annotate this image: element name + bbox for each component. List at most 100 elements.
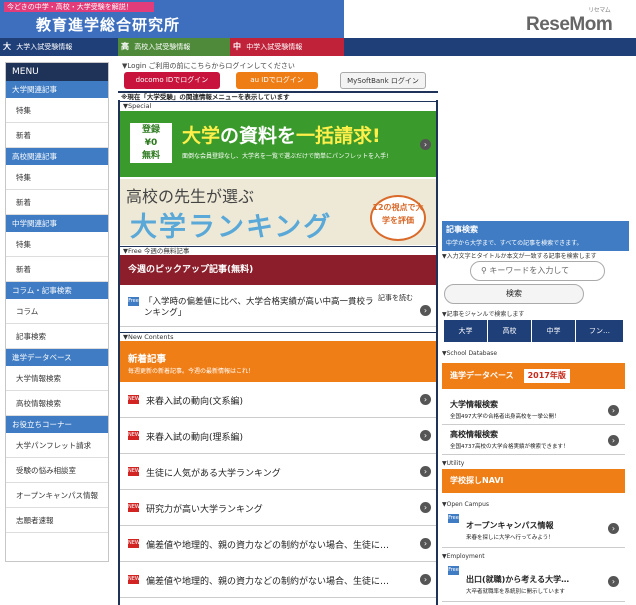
menu-item[interactable]: 大学情報検索 [6,366,108,391]
login-text: ▼Login ご利用の前にこちらからログインしてください [122,62,295,70]
free-line: 無料 [141,151,160,161]
menu-item[interactable]: 新着 [6,123,108,148]
site-title[interactable]: 教育進学総合研究所 [36,14,180,35]
ranking-line1: 高校の先生が選ぶ [126,187,255,206]
employment-label: ▼Employment [442,553,485,560]
header-tagline: 今どきの中学・高校・大学受験を解説！ [4,2,154,12]
gnav-label: 大学入試受験情報 [16,43,73,51]
genre-tab-more[interactable]: フン… [576,320,623,342]
chevron-right-icon: › [420,574,431,585]
new-badge: NEW [128,467,140,476]
docomo-login-button[interactable]: docomo IDでログイン [124,72,220,89]
menu-item[interactable]: 志願者速報 [6,508,108,533]
chevron-right-icon: › [608,435,619,446]
article-row[interactable]: NEW 来春入試の動向(理系編) › [120,418,436,454]
new-badge: NEW [128,575,140,584]
chevron-right-icon: › [420,394,431,405]
global-nav: 大 大学入試受験情報 高 高校入試受験情報 中 中学入試受験情報 [0,38,636,56]
chevron-right-icon: › [608,405,619,416]
gnav-label: 高校入試受験情報 [134,43,191,51]
school-navi-button[interactable]: 学校探しNAVI [442,469,625,493]
headline-highlight: 一括請求! [296,125,381,147]
db-entry-university[interactable]: 大学情報検索 全国497大学の合格者出身高校を一挙公開！ › [442,395,625,425]
gnav-university[interactable]: 大 大学入試受験情報 [0,38,118,56]
menu-section: 大学関連記事 [6,81,108,98]
headline-part: の資料を [220,125,297,147]
open-campus-entry[interactable]: Free オープンキャンパス情報 来春を探しに大学へ行ってみよう！ › [442,510,625,548]
main-column: ▼Special 登録 ¥0 無料 大学の資料を一括請求! 面倒な会員登録なし、大学… [118,100,438,605]
softbank-login-button[interactable]: MySoftBank ログイン [340,72,426,89]
gnav-juniorhigh[interactable]: 中 中学入試受験情報 [230,38,344,56]
gnav-highschool[interactable]: 高 高校入試受験情報 [118,38,230,56]
banner-sub: 面倒な会員登録なし、大学名を一覧で選ぶだけで簡単にパンフレットを入手! [182,153,389,160]
article-row[interactable]: NEW 偏差値や地理的、親の資力などの制約がない場合、生徒に… › [120,526,436,562]
new-badge: NEW [128,503,140,512]
chevron-right-icon: › [608,523,619,534]
pickup-item[interactable]: Free 「入学時の偏差値に比べ、大学合格実績が高い中高一貫校ランキング」 記事… [120,285,436,327]
keyword-input[interactable]: ⚲ キーワードを入力して [470,261,605,281]
gnav-mark: 高 [121,42,129,51]
menu-section: コラム・記事検索 [6,282,108,299]
ranking-line2: 大学ランキング [130,212,333,243]
article-row[interactable]: NEW 来春入試の動向(文系編) › [120,382,436,418]
genre-tab-juniorhigh[interactable]: 中学 [532,320,576,342]
resemom-logo[interactable]: ReseMom リセマム [526,8,613,36]
search-title: 記事検索 [446,225,478,234]
open-campus-label: ▼Open Campus [442,501,489,508]
new-badge: NEW [128,539,140,548]
school-db-label: ▼School Database [442,350,498,357]
right-column: 記事検索 中学から大学まで、すべての記事を検索できます。 ▼入力文字とタイトルか… [442,221,629,605]
menu-item[interactable]: 受験の悩み相談室 [6,458,108,483]
free-badge: Free [128,297,139,306]
entry-title: 高校情報検索 [450,430,498,439]
search-button[interactable]: 検索 [444,284,584,304]
side-menu: MENU 大学関連記事 特集 新着 高校関連記事 特集 新着 中学関連記事 特集… [5,62,109,562]
article-row[interactable]: NEW 偏差値や地理的、親の資力などの制約がない場合、生徒に… › [120,562,436,598]
new-articles-header: 新着記事 毎週更新の新着記事。今週の最新情報はこれ！ [120,341,436,382]
menu-section: 進学データベース [6,349,108,366]
chevron-right-icon: › [420,430,431,441]
entry-title: オープンキャンパス情報 [466,521,554,530]
menu-item[interactable]: 特集 [6,232,108,257]
au-login-button[interactable]: au IDでログイン [236,72,318,89]
chevron-right-icon: › [420,305,431,316]
genre-tab-university[interactable]: 大学 [444,320,488,342]
entry-desc: 大卒者就職率を系統別に開示しています [466,589,565,595]
site-header: 今どきの中学・高校・大学受験を解説！ 教育進学総合研究所 [0,0,344,38]
menu-item[interactable]: 特集 [6,165,108,190]
free-line: ¥0 [144,138,158,148]
ranking-banner[interactable]: 高校の先生が選ぶ 大学ランキング 12の視点で大学を評価 [120,179,436,245]
menu-item[interactable]: 高校情報検索 [6,391,108,416]
logo-text: ReseMom [526,14,613,35]
article-row[interactable]: NEW 生徒に人気がある大学ランキング › [120,454,436,490]
gnav-mark: 中 [233,42,241,51]
pickup-header: 今週のピックアップ記事(無料) [120,255,436,285]
login-area: ▼Login ご利用の前にこちらからログインしてください docomo IDでロ… [118,60,438,90]
entry-desc: 来春を探しに大学へ行ってみよう！ [466,535,554,541]
free-badge: Free [448,566,459,575]
menu-item[interactable]: 新着 [6,190,108,215]
read-more-link[interactable]: 記事を読む [378,293,413,303]
db-entry-highschool[interactable]: 高校情報検索 全国4737高校の大学合格実績が検索できます！ › [442,425,625,455]
brochure-banner[interactable]: 登録 ¥0 無料 大学の資料を一括請求! 面倒な会員登録なし、大学名を一覧で選ぶだけ… [120,111,436,177]
menu-item[interactable]: 新着 [6,257,108,282]
new-articles-title: 新着記事 [128,354,167,365]
menu-section: お役立ちコーナー [6,416,108,433]
pickup-text: 「入学時の偏差値に比べ、大学合格実績が高い中高一貫校ランキング」 [144,297,374,318]
new-contents-label: ▼New Contents [120,332,436,341]
genre-tabs: 大学 高校 中学 フン… [444,320,623,342]
new-articles-sub: 毎週更新の新着記事。今週の最新情報はこれ！ [128,368,255,375]
menu-item[interactable]: 大学パンフレット請求 [6,433,108,458]
menu-item[interactable]: 記事検索 [6,324,108,349]
menu-item[interactable]: 特集 [6,98,108,123]
genre-tab-highschool[interactable]: 高校 [488,320,532,342]
free-line: 登録 [141,125,160,135]
article-row[interactable]: NEW 研究力が高い大学ランキング › [120,490,436,526]
banner-headline: 大学の資料を一括請求! [182,121,381,148]
menu-item[interactable]: コラム [6,299,108,324]
chevron-right-icon: › [420,139,431,150]
employment-entry[interactable]: Free 出口(就職)から考える大学… 大卒者就職率を系統別に開示しています › [442,562,625,602]
menu-item[interactable]: オープンキャンパス情報 [6,483,108,508]
year-badge: 2017年版 [523,369,570,383]
gnav-mark: 大 [3,42,11,51]
